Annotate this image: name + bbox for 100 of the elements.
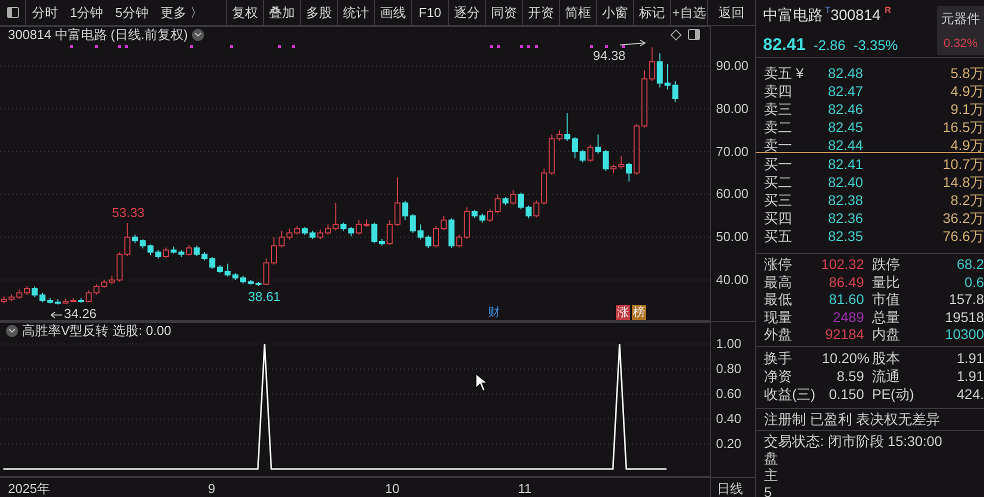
toolbar-button[interactable]: F10 — [412, 0, 449, 25]
order-price: 82.47 — [828, 82, 864, 101]
row-label: 5 — [764, 484, 772, 497]
price-change: -2.86 — [814, 36, 846, 54]
toolbar-button[interactable]: 同资 — [486, 0, 523, 25]
stat-label: 股本 — [872, 349, 901, 368]
date-label: 2025年 — [8, 480, 50, 497]
candlestick — [487, 208, 494, 222]
stat-label: 最高 — [764, 272, 793, 292]
toolbar-button[interactable]: 叠加 — [264, 0, 301, 25]
period-label: 日线 — [717, 480, 743, 497]
stat-label: 涨停 — [764, 255, 793, 274]
price-change-percent: -3.35% — [853, 36, 898, 54]
axis-label: 80.00 — [716, 100, 749, 117]
stat-value: 10300 — [944, 325, 984, 344]
stat-value: 1.91 — [956, 367, 984, 386]
sector-card[interactable]: 元器件 0.32% — [937, 6, 984, 55]
dropdown-icon[interactable] — [192, 28, 204, 40]
axis-label: 50.00 — [716, 229, 749, 246]
order-price: 82.48 — [828, 64, 864, 83]
toolbar-button[interactable]: 多股 — [301, 0, 338, 25]
panel-toggle-icon[interactable] — [688, 29, 700, 40]
order-volume: 8.2万 — [950, 191, 984, 210]
stat-value: 68.2 — [956, 255, 984, 274]
stat-label: 外盘 — [764, 325, 793, 344]
market-mark-label: T — [825, 5, 830, 15]
order-price: 82.35 — [828, 227, 864, 246]
candlestick — [162, 246, 169, 258]
order-volume: 16.5万 — [942, 118, 984, 137]
toolbar-button[interactable]: 统计 — [338, 0, 375, 25]
stat-label: 跌停 — [872, 255, 901, 274]
toolbar-button[interactable]: 复权 — [227, 0, 264, 25]
order-volume: 10.7万 — [942, 155, 984, 174]
order-label: 卖三 — [764, 100, 793, 119]
stat-value: 19518 — [944, 308, 984, 327]
order-label: 买五 — [764, 227, 793, 246]
order-label: 卖五 ¥ — [764, 64, 805, 83]
period-tab[interactable]: 更多 〉 — [160, 2, 204, 22]
stat-value: 86.49 — [828, 272, 865, 292]
stat-label: 内盘 — [872, 325, 901, 344]
candlestick — [456, 234, 462, 248]
order-volume: 4.9万 — [950, 82, 984, 101]
toolbar-button[interactable]: 开资 — [523, 0, 560, 25]
order-label: 卖一 — [764, 136, 793, 155]
toolbar-button[interactable]: 简框 — [560, 0, 597, 25]
price-label: 34.26 — [64, 307, 97, 321]
stat-value: 92184 — [824, 325, 865, 344]
stat-value: 0.150 — [828, 385, 865, 404]
period-tab[interactable]: 5分钟 — [115, 2, 148, 22]
toolbar-button[interactable]: 标记 — [634, 0, 671, 25]
stat-label: 收益(三) — [764, 385, 816, 404]
period-tab[interactable]: 1分钟 — [70, 2, 104, 22]
candlestick — [402, 200, 408, 221]
stat-label: 净资 — [764, 367, 793, 386]
chart-title: 300814 中富电路 (日线.前复权) — [8, 27, 188, 42]
candlestick — [433, 226, 440, 248]
stat-label: 现量 — [764, 308, 793, 327]
candlestick — [595, 134, 602, 154]
candlestick — [186, 244, 192, 256]
toolbar-button[interactable]: 画线 — [375, 0, 412, 25]
period-tab[interactable]: 分时 — [32, 2, 58, 22]
axis-label: 60.00 — [716, 186, 749, 202]
stat-value: 8.59 — [836, 367, 865, 386]
candlestick — [587, 144, 594, 162]
order-label: 卖四 — [764, 82, 793, 101]
stat-label: 最低 — [764, 290, 793, 310]
order-volume: 36.2万 — [942, 209, 984, 228]
panel-toggle-icon[interactable] — [6, 7, 18, 18]
trading-status: 交易状态: 闭市阶段 15:30:00 — [764, 432, 942, 450]
stat-value: 102.32 — [820, 255, 865, 274]
axis-label: 0.20 — [716, 436, 742, 452]
sector-change: 0.32% — [943, 35, 978, 52]
last-price: 82.41 — [763, 34, 806, 56]
order-price: 82.40 — [828, 173, 864, 192]
stat-value: 1.91 — [956, 349, 984, 368]
candlestick — [494, 194, 501, 214]
date-label: 9 — [208, 480, 216, 497]
row-label: 盘 — [764, 450, 778, 466]
order-label: 买四 — [764, 209, 793, 228]
candlestick — [32, 286, 38, 298]
axis-label: 1.00 — [716, 336, 742, 352]
axis-label: 0.40 — [716, 411, 742, 427]
event-tag: 榜 — [632, 305, 646, 320]
toolbar-button[interactable]: +自选 — [671, 0, 708, 25]
stat-label: 换手 — [764, 349, 793, 368]
candlestick — [618, 155, 624, 170]
arrow-icon — [620, 40, 646, 46]
dropdown-icon[interactable] — [6, 324, 18, 336]
event-tag: 涨 — [616, 305, 630, 320]
axis-label: 40.00 — [716, 272, 749, 288]
stat-value: 2489 — [832, 308, 865, 327]
toolbar-button[interactable]: 逐分 — [449, 0, 486, 25]
order-price: 82.45 — [828, 118, 864, 137]
indicator-name: 高胜率V型反转 — [22, 323, 109, 338]
candlestick — [626, 162, 632, 182]
toolbar-button[interactable]: 小窗 — [597, 0, 634, 25]
back-button[interactable]: 返回 — [708, 0, 755, 25]
rating-label: R — [884, 5, 892, 15]
axis-label: 0.60 — [716, 386, 742, 402]
stat-label: 流通 — [872, 367, 901, 386]
